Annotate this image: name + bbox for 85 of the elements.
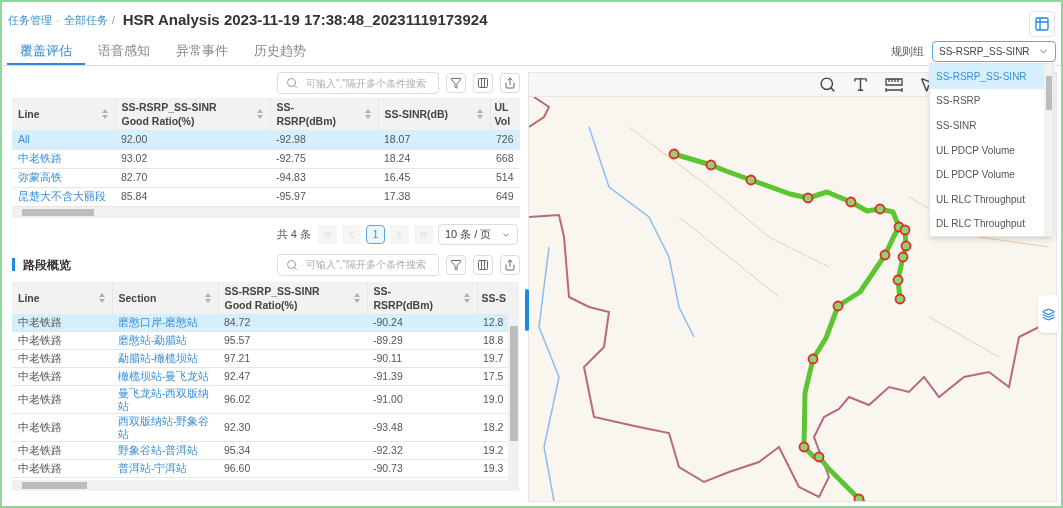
breadcrumb-separator: ·: [56, 12, 60, 28]
dropdown-scrollbar[interactable]: [1044, 64, 1053, 236]
column-header[interactable]: SS-RSRP_SS-SINR Good Ratio(%): [218, 281, 367, 314]
table-cell[interactable]: All: [12, 130, 115, 149]
table-cell[interactable]: 西双版纳站-野象谷站: [112, 413, 218, 442]
tab[interactable]: 异常事件: [163, 39, 241, 65]
section-marker: [12, 258, 15, 271]
export-button[interactable]: [500, 73, 520, 93]
page-title: HSR Analysis 2023-11-19 17:38:48_20231119173924: [122, 9, 489, 30]
table-cell: 中老铁路: [12, 413, 112, 442]
tab[interactable]: 覆盖评估: [7, 39, 85, 65]
filter-icon: [450, 258, 462, 271]
breadcrumb-separator: /: [111, 12, 115, 28]
rule-group-select[interactable]: SS-RSRP_SS-SINR: [932, 41, 1056, 62]
table-cell: 96.02: [218, 385, 367, 414]
breadcrumb-link[interactable]: 全部任务: [63, 11, 108, 29]
tab[interactable]: 语音感知: [85, 39, 163, 65]
filter-button[interactable]: [446, 73, 466, 93]
total-count: 共 4 条: [276, 227, 311, 243]
horizontal-scrollbar[interactable]: [12, 206, 520, 218]
breadcrumb-link[interactable]: 任务管理: [8, 11, 52, 29]
sort-icon[interactable]: [97, 291, 106, 304]
sort-icon[interactable]: [255, 108, 264, 120]
table-cell: -93.48: [367, 413, 477, 442]
table-cell: 726: [490, 130, 520, 149]
railway-route[interactable]: [668, 148, 912, 501]
next-page-button[interactable]: [390, 225, 409, 244]
first-page-button[interactable]: [318, 225, 337, 244]
table-cell: 19.0: [477, 385, 508, 414]
search-icon: [286, 258, 298, 271]
dropdown-option[interactable]: UL PDCP Volume: [930, 137, 1044, 163]
double-chevron-right-icon: [418, 229, 429, 240]
search-icon[interactable]: [819, 76, 836, 93]
sort-icon[interactable]: [363, 108, 372, 120]
search-field[interactable]: 可输入","隔开多个条件搜索: [277, 253, 439, 276]
table-export-button[interactable]: [1029, 11, 1055, 37]
tab[interactable]: 历史趋势: [241, 39, 319, 65]
column-header[interactable]: SS-RSRP(dBm): [367, 281, 477, 314]
export-icon: [504, 77, 516, 89]
horizontal-scrollbar[interactable]: [12, 479, 519, 491]
rule-group-label: 规则组: [891, 44, 924, 60]
text-box-icon[interactable]: [852, 76, 869, 93]
table-cell: 18.2: [477, 413, 508, 442]
last-page-button[interactable]: [414, 225, 433, 244]
dropdown-option[interactable]: SS-RSRP: [930, 88, 1044, 114]
layers-icon: [1041, 307, 1055, 321]
filter-icon: [450, 77, 462, 89]
dropdown-option[interactable]: SS-RSRP_SS-SINR: [930, 64, 1044, 89]
export-icon: [504, 258, 516, 271]
table-cell: -92.98: [270, 130, 378, 149]
table-cell[interactable]: 曼飞龙站-西双版纳站: [112, 385, 218, 414]
ruler-icon[interactable]: [885, 76, 903, 93]
sort-icon[interactable]: [462, 291, 471, 304]
dropdown-option[interactable]: DL PDCP Volume: [930, 162, 1044, 187]
columns-icon: [477, 258, 489, 271]
columns-button[interactable]: [473, 73, 493, 93]
table-icon: [1034, 16, 1050, 32]
double-chevron-left-icon: [322, 229, 333, 240]
table-cell: -91.00: [367, 385, 477, 414]
columns-button[interactable]: [473, 254, 493, 275]
previous-page-button[interactable]: [342, 225, 361, 244]
filter-button[interactable]: [446, 254, 466, 275]
page-button[interactable]: 1: [366, 225, 385, 244]
table-cell: 92.00: [115, 130, 270, 149]
layers-button[interactable]: [1038, 295, 1058, 333]
export-button[interactable]: [500, 254, 520, 275]
page-size-select[interactable]: 10 条 / 页: [438, 224, 518, 245]
sort-icon[interactable]: [100, 108, 109, 120]
vertical-scrollbar[interactable]: [508, 281, 519, 480]
search-icon: [286, 77, 298, 89]
columns-icon: [477, 77, 489, 89]
sort-icon[interactable]: [475, 108, 484, 120]
sort-icon[interactable]: [203, 291, 212, 304]
column-header[interactable]: Section: [112, 281, 218, 314]
sort-icon[interactable]: [352, 291, 361, 304]
table-cell: 18.07: [378, 130, 490, 149]
column-header[interactable]: Line: [12, 281, 112, 314]
table-cell: 92.30: [218, 413, 367, 442]
panel-toggle-handle[interactable]: [525, 289, 529, 331]
section-title: 路段概览: [23, 256, 71, 274]
table-cell: 中老铁路: [12, 385, 112, 414]
search-field[interactable]: 可输入","隔开多个条件搜索: [277, 72, 439, 94]
dropdown-option[interactable]: SS-SINR: [930, 113, 1044, 138]
dropdown-option[interactable]: UL RLC Throughput: [930, 186, 1044, 212]
dropdown-option[interactable]: DL RLC Throughput: [930, 211, 1044, 237]
